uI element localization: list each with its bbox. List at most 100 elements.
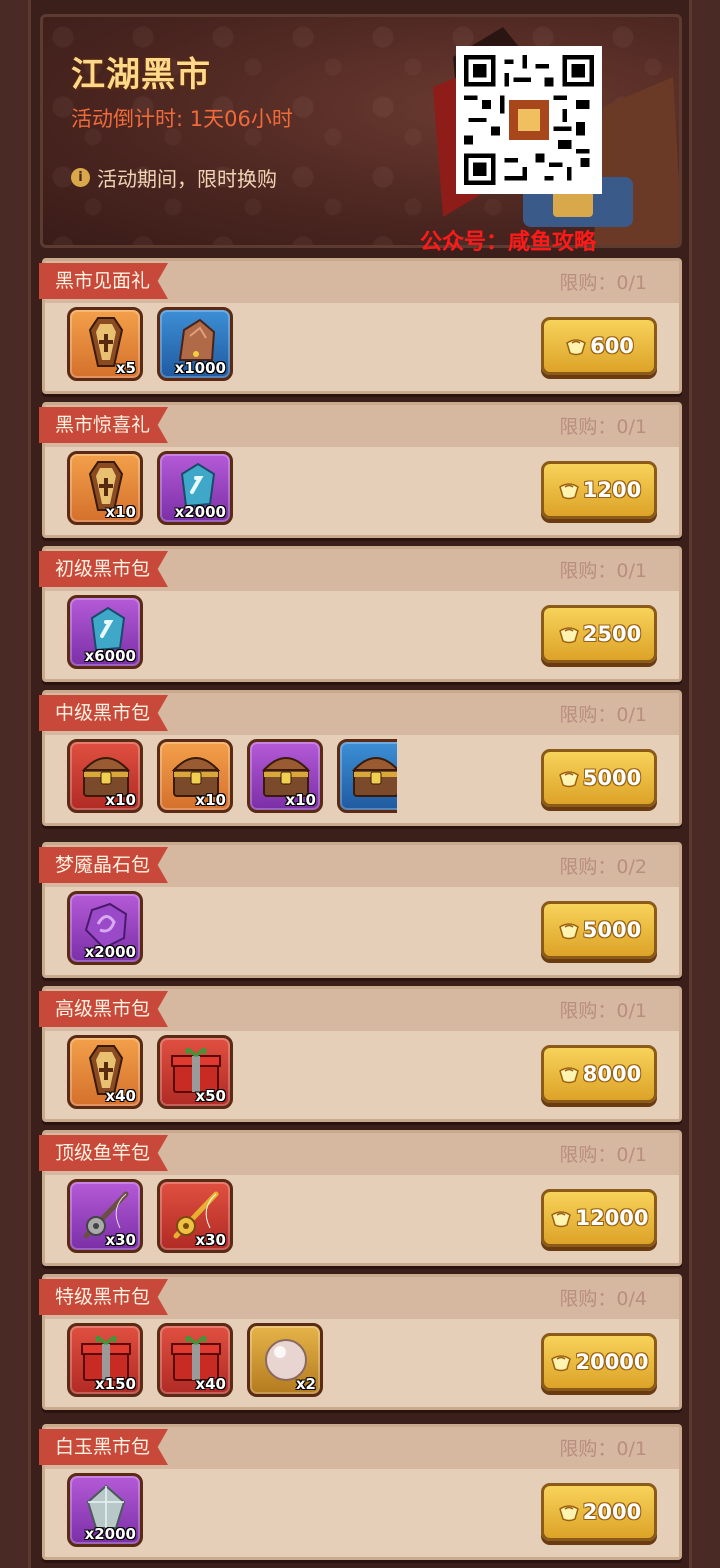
- price-label: 5000: [582, 766, 642, 790]
- buy-button[interactable]: 1200: [541, 461, 657, 519]
- event-note: i 活动期间，限时换购: [71, 163, 277, 192]
- pack-card-header: 高级黑市包 限购：0/1: [39, 989, 679, 1031]
- pack-items: x40 x50: [67, 1035, 397, 1113]
- item-quantity: x2000: [174, 503, 226, 521]
- item-quantity: x50: [195, 1087, 226, 1105]
- pack-card: 特级黑市包 限购：0/4 x150 x40 x2 20000: [39, 1274, 682, 1410]
- reward-item[interactable]: x150: [67, 1323, 143, 1397]
- reward-item[interactable]: x2: [247, 1323, 323, 1397]
- price-label: 2000: [582, 1500, 642, 1524]
- buy-button[interactable]: 8000: [541, 1045, 657, 1103]
- reward-item[interactable]: x10: [247, 739, 323, 813]
- reward-item[interactable]: x10: [157, 739, 233, 813]
- pack-items: x2000: [67, 891, 397, 969]
- purchase-limit: 限购：0/1: [559, 416, 647, 438]
- reward-item[interactable]: x30: [157, 1179, 233, 1253]
- pack-card-header: 初级黑市包 限购：0/1: [39, 549, 679, 591]
- pack-card-header: 白玉黑市包 限购：0/1: [39, 1427, 679, 1469]
- buy-button[interactable]: 600: [541, 317, 657, 375]
- purchase-limit: 限购：0/1: [559, 1144, 647, 1166]
- price-label: 1200: [582, 478, 642, 502]
- purchase-limit: 限购：0/1: [559, 272, 647, 294]
- pack-name: 顶级鱼竿包: [39, 1135, 169, 1171]
- pack-name: 梦魇晶石包: [39, 847, 169, 883]
- pack-items: x30 x30: [67, 1179, 397, 1257]
- reward-item[interactable]: x40: [67, 1035, 143, 1109]
- reward-item[interactable]: [337, 739, 397, 813]
- reward-item[interactable]: x5: [67, 307, 143, 381]
- buy-button[interactable]: 12000: [541, 1189, 657, 1247]
- pack-name: 中级黑市包: [39, 695, 169, 731]
- reward-item[interactable]: x2000: [67, 891, 143, 965]
- item-quantity: x5: [115, 359, 136, 377]
- pack-name: 白玉黑市包: [39, 1429, 169, 1465]
- price-label: 12000: [575, 1206, 649, 1230]
- item-quantity: x30: [195, 1231, 226, 1249]
- pack-name: 黑市惊喜礼: [39, 407, 169, 443]
- pack-name: 初级黑市包: [39, 551, 169, 587]
- item-quantity: x10: [195, 791, 226, 809]
- reward-item[interactable]: x2000: [67, 1473, 143, 1547]
- item-quantity: x1000: [174, 359, 226, 377]
- reward-item[interactable]: x40: [157, 1323, 233, 1397]
- purchase-limit: 限购：0/1: [559, 560, 647, 582]
- purchase-limit: 限购：0/1: [559, 704, 647, 726]
- pack-card: 高级黑市包 限购：0/1 x40 x50 8000: [39, 986, 682, 1122]
- pack-card: 梦魇晶石包 限购：0/2 x2000 5000: [39, 842, 682, 978]
- buy-button[interactable]: 5000: [541, 749, 657, 807]
- pack-card: 顶级鱼竿包 限购：0/1 x30 x30 12000: [39, 1130, 682, 1266]
- pack-items: x6000: [67, 595, 397, 673]
- purchase-limit: 限购：0/1: [559, 1000, 647, 1022]
- item-quantity: x6000: [84, 647, 136, 665]
- reward-item[interactable]: x1000: [157, 307, 233, 381]
- purchase-limit: 限购：0/1: [559, 1438, 647, 1460]
- price-label: 8000: [582, 1062, 642, 1086]
- gold-ingot-icon: [558, 483, 579, 500]
- gold-ingot-icon: [558, 923, 579, 940]
- buy-button[interactable]: 5000: [541, 901, 657, 959]
- buy-button[interactable]: 20000: [541, 1333, 657, 1391]
- price-label: 600: [590, 334, 634, 358]
- price-label: 5000: [582, 918, 642, 942]
- price-label: 20000: [575, 1350, 649, 1374]
- reward-item[interactable]: x10: [67, 451, 143, 525]
- item-quantity: x10: [285, 791, 316, 809]
- item-quantity: x2: [295, 1375, 316, 1393]
- pack-items: x5 x1000: [67, 307, 397, 385]
- pack-name: 特级黑市包: [39, 1279, 169, 1315]
- reward-item[interactable]: x2000: [157, 451, 233, 525]
- qr-code-icon: [464, 55, 594, 185]
- pack-card-header: 黑市惊喜礼 限购：0/1: [39, 405, 679, 447]
- reward-item[interactable]: x6000: [67, 595, 143, 669]
- reward-item[interactable]: x50: [157, 1035, 233, 1109]
- purchase-limit: 限购：0/2: [559, 856, 647, 878]
- gold-ingot-icon: [551, 1355, 572, 1372]
- purchase-limit: 限购：0/4: [559, 1288, 647, 1310]
- qr-code: [456, 46, 602, 194]
- pack-card: 中级黑市包 限购：0/1 x10 x10 x10 5000: [39, 690, 682, 826]
- pack-items: x10 x10 x10: [67, 739, 397, 817]
- pack-items: x10 x2000: [67, 451, 397, 529]
- event-countdown: 活动倒计时: 1天06小时: [71, 107, 293, 131]
- pack-card-header: 特级黑市包 限购：0/4: [39, 1277, 679, 1319]
- item-quantity: x10: [105, 791, 136, 809]
- page-title: 江湖黑市: [71, 55, 211, 95]
- pack-name: 黑市见面礼: [39, 263, 169, 299]
- pack-card-header: 梦魇晶石包 限购：0/2: [39, 845, 679, 887]
- pack-card: 白玉黑市包 限购：0/1 x2000 2000: [39, 1424, 682, 1560]
- chest-icon: [351, 757, 397, 797]
- info-icon[interactable]: i: [71, 168, 90, 187]
- buy-button[interactable]: 2000: [541, 1483, 657, 1541]
- pack-card-header: 中级黑市包 限购：0/1: [39, 693, 679, 735]
- gold-ingot-icon: [558, 1505, 579, 1522]
- reward-item[interactable]: x10: [67, 739, 143, 813]
- pack-card: 黑市惊喜礼 限购：0/1 x10 x2000 1200: [39, 402, 682, 538]
- item-quantity: x40: [105, 1087, 136, 1105]
- pack-card-header: 顶级鱼竿包 限购：0/1: [39, 1133, 679, 1175]
- item-quantity: x10: [105, 503, 136, 521]
- buy-button[interactable]: 2500: [541, 605, 657, 663]
- reward-item[interactable]: x30: [67, 1179, 143, 1253]
- item-quantity: x40: [195, 1375, 226, 1393]
- pack-card-header: 黑市见面礼 限购：0/1: [39, 261, 679, 303]
- pack-card: 黑市见面礼 限购：0/1 x5 x1000 600: [39, 258, 682, 394]
